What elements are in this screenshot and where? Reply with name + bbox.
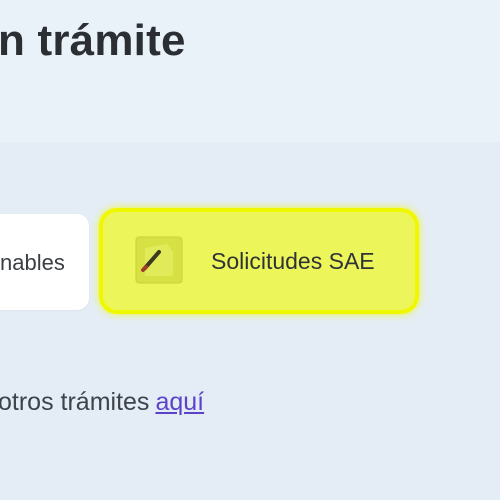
procedure-card-label: Solicitudes SAE (211, 248, 375, 274)
main-content (0, 142, 500, 500)
page-header: n trámite (0, 0, 500, 142)
page-title: n trámite (0, 16, 186, 65)
other-procedures-link[interactable]: aquí (155, 388, 204, 416)
footer-note-text: otros trámites (0, 388, 150, 416)
footer-note: otros trámites aquí (0, 388, 204, 417)
note-edit-icon (133, 234, 185, 286)
procedure-card-solicitudes-sae[interactable]: Solicitudes SAE (103, 212, 415, 310)
procedure-card-partial[interactable]: nables (0, 214, 89, 310)
procedure-card-label: nables (0, 250, 65, 275)
